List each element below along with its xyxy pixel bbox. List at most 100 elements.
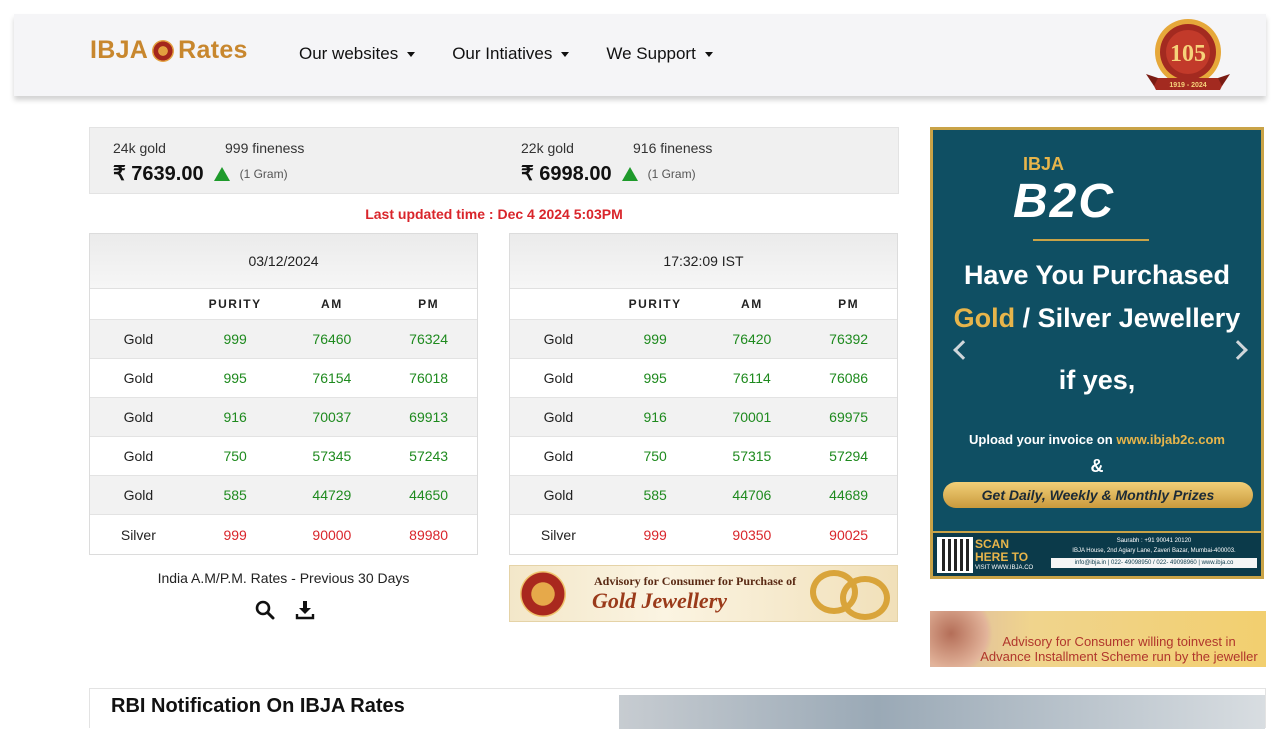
nav-our-websites[interactable]: Our websites [299,44,416,64]
table-row: Gold 916 70037 69913 [90,398,477,437]
cell-pm: 69975 [829,409,869,425]
site-header: IBJA Rates Our websites Our Intiatives W… [14,14,1266,96]
up-arrow-icon [621,166,638,181]
cell-am: 76460 [312,331,352,347]
table-row: Silver 999 90000 89980 [90,515,477,554]
cell-metal: Gold [543,370,574,386]
table-heading-date: 03/12/2024 [90,234,477,289]
b2c-brand-logo: B2C [1013,175,1116,228]
cell-purity: 750 [643,448,667,464]
b2c-carousel-ad[interactable]: IBJA B2C Have You Purchased Gold / Silve… [930,127,1264,579]
table-column-headers: PURITY AM PM [90,289,477,320]
cell-purity: 995 [643,370,667,386]
cell-metal: Gold [123,409,154,425]
cell-pm: 57294 [829,448,869,464]
cell-pm: 76086 [829,370,869,386]
install-line2: Advance Installment Scheme run by the je… [980,649,1258,664]
b2c-upload-text: Upload your invoice on www.ibjab2c.com [933,432,1261,447]
b2c-ampersand: & [1090,456,1104,476]
caret-down-icon [561,51,570,57]
cell-am: 76420 [732,331,772,347]
cell-metal: Gold [123,448,154,464]
ibja-rates-logo[interactable]: IBJA Rates [90,36,248,65]
carousel-next-icon[interactable] [1228,340,1248,360]
b2c-contact: Saurabh : +91 90041 20120 IBJA House, 2n… [1051,536,1257,568]
cell-purity: 999 [643,331,667,347]
download-icon[interactable] [295,600,315,620]
price-22k-karat: 22k gold [521,140,574,156]
nav-we-support[interactable]: We Support [606,44,713,64]
cell-pm: 90025 [829,526,869,543]
cell-purity: 585 [643,487,667,503]
cell-metal: Gold [123,487,154,503]
cell-metal: Gold [543,331,574,347]
table-row: Gold 585 44729 44650 [90,476,477,515]
live-price-strip: 24k gold 999 fineness ₹ 7639.00 (1 Gram)… [89,127,899,194]
table-row: Gold 916 70001 69975 [510,398,897,437]
b2c-scan-text: SCAN HERE TO [975,538,1028,564]
col-pm: PM [838,297,860,311]
caret-down-icon [407,51,416,57]
nav-our-initiatives[interactable]: Our Intiatives [452,44,570,64]
table-row: Gold 585 44706 44689 [510,476,897,515]
cell-metal: Silver [540,526,576,543]
badge-years: 1919 - 2024 [1169,82,1206,89]
cell-am: 44729 [312,487,352,503]
last-updated-time: Last updated time : Dec 4 2024 5:03PM [365,206,623,222]
logo-emblem-icon [152,39,175,62]
cell-pm: 57243 [409,448,449,464]
col-am: AM [321,297,343,311]
nav-our-initiatives-label: Our Intiatives [452,44,553,63]
cell-am: 44706 [732,487,772,503]
table-row: Gold 995 76114 76086 [510,359,897,398]
advisory-line1: Advisory for Consumer for Purchase of [594,574,797,588]
price-24k-fineness: 999 fineness [225,140,305,156]
col-pm: PM [418,297,440,311]
price-24k: 24k gold 999 fineness ₹ 7639.00 (1 Gram) [113,140,304,186]
table-row: Gold 999 76460 76324 [90,320,477,359]
price-22k-fineness: 916 fineness [633,140,713,156]
b2c-headline-3: if yes, [1058,365,1136,395]
cell-metal: Gold [123,370,154,386]
ibja-seal-icon [520,571,566,617]
col-purity: PURITY [208,297,262,311]
install-line1: Advisory for Consumer willing toinvest i… [1002,634,1236,649]
cell-pm: 69913 [409,409,449,425]
cell-pm: 89980 [409,526,449,543]
rbi-notification-section: RBI Notification On IBJA Rates [89,688,1266,729]
cell-am: 70001 [732,409,772,425]
carousel-prev-icon[interactable] [953,340,973,360]
anniversary-105-badge: 105 1919 - 2024 [1146,19,1230,90]
b2c-upload-site[interactable]: www.ibjab2c.com [1116,432,1225,447]
rbi-banner-image [619,695,1265,729]
cell-am: 57345 [312,448,352,464]
price-22k-value: ₹ 6998.00 [521,163,612,185]
price-24k-karat: 24k gold [113,140,166,156]
cell-purity: 995 [223,370,247,386]
qr-code-icon [937,537,973,573]
cell-purity: 999 [223,526,247,543]
table-row: Gold 750 57315 57294 [510,437,897,476]
price-22k-unit: (1 Gram) [647,166,696,181]
advance-installment-advisory-banner[interactable]: Advisory for Consumer willing toinvest i… [930,611,1266,667]
table-row: Gold 995 76154 76018 [90,359,477,398]
price-22k: 22k gold 916 fineness ₹ 6998.00 (1 Gram) [521,140,712,186]
cell-purity: 999 [643,526,667,543]
b2c-headline-1: Have You Purchased [963,260,1231,290]
logo-text-ibja: IBJA [90,36,149,64]
table-body: Gold 999 76420 76392 Gold 995 76114 76086 Gold… [510,320,897,554]
advisory-gold-jewellery-banner[interactable]: Advisory for Consumer for Purchase of Go… [509,565,898,622]
cell-metal: Gold [543,487,574,503]
previous-30-days-label: India A.M/P.M. Rates - Previous 30 Days [157,570,410,586]
search-icon[interactable] [255,600,275,620]
cell-purity: 916 [223,409,247,425]
rbi-title: RBI Notification On IBJA Rates [111,695,405,717]
col-purity: PURITY [628,297,682,311]
cell-purity: 750 [223,448,247,464]
b2c-headline-silver: / Silver Jewellery [1015,303,1241,333]
cell-metal: Gold [543,448,574,464]
table-heading-time: 17:32:09 IST [510,234,897,289]
price-24k-unit: (1 Gram) [239,166,288,181]
cell-am: 76154 [312,370,352,386]
cell-metal: Silver [120,526,156,543]
